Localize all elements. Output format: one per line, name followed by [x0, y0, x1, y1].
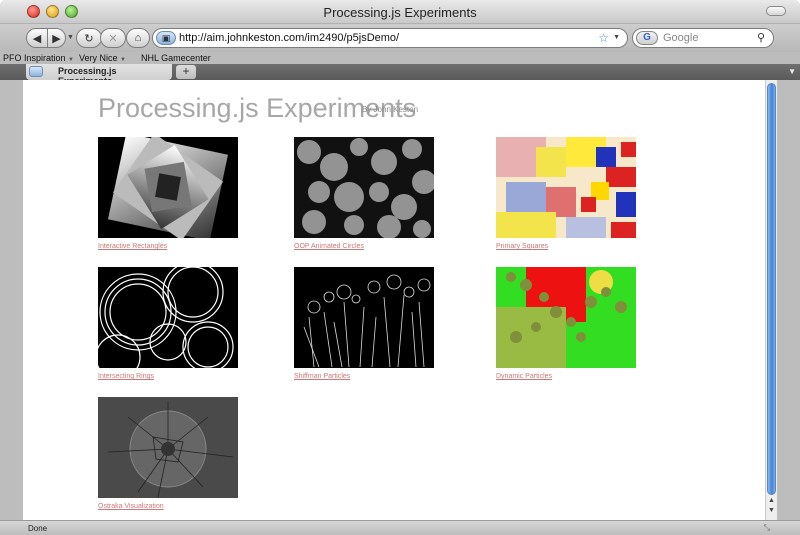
history-dropdown-icon[interactable]: ▼: [67, 34, 74, 41]
link-interactive-rectangles[interactable]: Interactive Rectangles: [98, 243, 238, 250]
site-identity-icon[interactable]: ▣: [156, 31, 176, 45]
new-tab-button[interactable]: +: [176, 65, 196, 79]
search-input[interactable]: Google: [663, 32, 698, 44]
thumbnail-primary-squares[interactable]: [496, 137, 636, 238]
scrollbar-thumb[interactable]: [767, 83, 776, 495]
link-intersecting-rings[interactable]: Intersecting Rings: [98, 373, 238, 380]
search-engine-icon[interactable]: G: [636, 31, 658, 45]
thumbnail-shiffman-particles[interactable]: [294, 267, 434, 368]
bookmark-nhl-gamecenter[interactable]: NHL Gamecenter: [141, 53, 211, 63]
url-bar[interactable]: ▣ http://aim.johnkeston.com/im2490/p5jsD…: [152, 28, 628, 48]
url-dropdown-icon[interactable]: ▼: [613, 34, 620, 41]
home-button[interactable]: ⌂: [126, 28, 150, 48]
list-item: Ostraka Visualization: [98, 397, 238, 510]
thumbnail-interactive-rectangles[interactable]: [98, 137, 238, 238]
toolbar-toggle-button[interactable]: [766, 6, 786, 16]
scroll-down-icon[interactable]: ▼: [768, 507, 775, 514]
list-item: OOP Animated Circles: [294, 137, 434, 250]
search-bar[interactable]: G Google ⚲: [632, 28, 774, 48]
stop-button[interactable]: ✕: [100, 28, 126, 48]
page-content: Processing.js Experiments By John Keston…: [23, 80, 765, 520]
stop-icon: ✕: [108, 32, 118, 45]
bookmarks-toolbar: PFO Inspiration ▼ Very Nice ▼ NHL Gamece…: [0, 52, 800, 64]
home-icon: ⌂: [134, 32, 142, 44]
search-icon[interactable]: ⚲: [757, 31, 765, 44]
chevron-down-icon: ▼: [120, 57, 126, 63]
forward-button[interactable]: ▶: [48, 28, 66, 48]
url-text[interactable]: http://aim.johnkeston.com/im2490/p5jsDem…: [179, 32, 399, 44]
reload-icon: ↻: [84, 32, 94, 45]
link-oop-animated-circles[interactable]: OOP Animated Circles: [294, 243, 434, 250]
reload-button[interactable]: ↻: [76, 28, 102, 48]
link-shiffman-particles[interactable]: Shiffman Particles: [294, 373, 434, 380]
link-dynamic-particles[interactable]: Dynamic Particles: [496, 373, 636, 380]
back-arrow-icon: ◀: [32, 32, 42, 45]
byline: By John Keston: [362, 105, 419, 114]
list-item: Dynamic Particles: [496, 267, 636, 380]
chevron-down-icon: ▼: [68, 57, 74, 63]
tab-processing-experiments[interactable]: Processing.js Experiments: [26, 64, 172, 86]
tab-strip: Processing.js Experiments + ▼: [0, 64, 800, 86]
thumbnail-ostraka-visualization[interactable]: [98, 397, 238, 498]
back-button[interactable]: ◀: [26, 28, 48, 48]
window-title: Processing.js Experiments: [323, 5, 477, 20]
status-text: Done: [28, 524, 48, 533]
link-ostraka-visualization[interactable]: Ostraka Visualization: [98, 503, 238, 510]
forward-arrow-icon: ▶: [52, 32, 61, 45]
thumbnail-intersecting-rings[interactable]: [98, 267, 238, 368]
tab-list-icon[interactable]: ▼: [788, 67, 796, 76]
bookmark-very-nice[interactable]: Very Nice ▼: [79, 53, 126, 63]
list-item: Shiffman Particles: [294, 267, 434, 380]
status-bar: Done ⤡: [0, 520, 800, 535]
navigation-toolbar: ◀ ▶ ▼ ↻ ✕ ⌂ ▣ http://aim.johnkeston.com/…: [0, 24, 800, 52]
list-item: Interactive Rectangles: [98, 137, 238, 250]
scroll-up-icon[interactable]: ▲: [768, 497, 775, 504]
link-primary-squares[interactable]: Primary Squares: [496, 243, 636, 250]
list-item: Intersecting Rings: [98, 267, 238, 380]
title-bar: Processing.js Experiments: [0, 0, 800, 24]
vertical-scrollbar[interactable]: ▲ ▼: [765, 80, 777, 520]
bookmark-star-icon[interactable]: ☆: [598, 31, 609, 45]
favicon-icon: [29, 66, 43, 77]
bookmark-pfo-inspiration[interactable]: PFO Inspiration ▼: [3, 53, 74, 63]
thumbnail-dynamic-particles[interactable]: [496, 267, 636, 368]
resize-grip-icon[interactable]: ⤡: [764, 523, 770, 533]
browser-window: Processing.js Experiments ◀ ▶ ▼ ↻ ✕ ⌂ ▣ …: [0, 0, 800, 535]
list-item: Primary Squares: [496, 137, 636, 250]
thumbnail-oop-animated-circles[interactable]: [294, 137, 434, 238]
